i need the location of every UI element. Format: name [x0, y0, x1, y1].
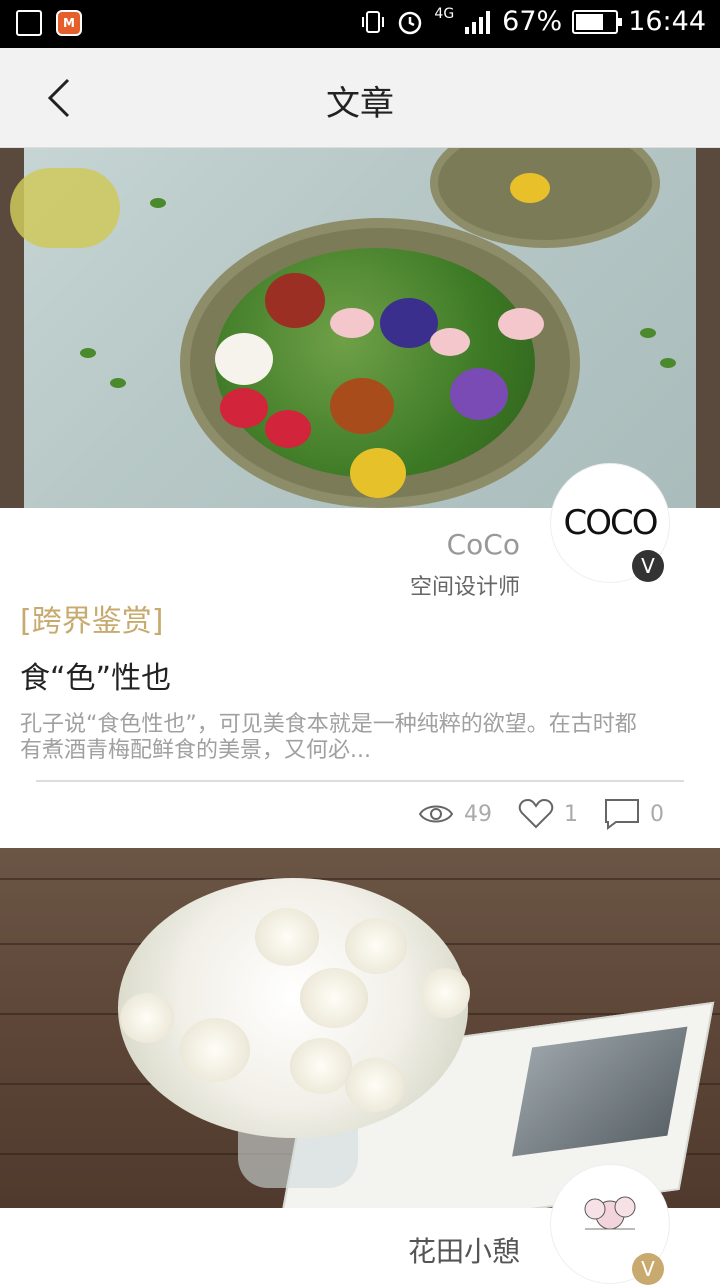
verified-badge: V	[632, 550, 664, 582]
article-card[interactable]: V 花田小憩	[0, 848, 720, 1285]
article-title[interactable]: 食“色”性也	[20, 653, 171, 697]
rose	[300, 968, 368, 1028]
battery-percent: 67%	[502, 6, 563, 37]
article-summary: 孔子说“食色性也”，可见美食本就是一种纯粹的欲望。在古时都有煮酒青梅配鲜食的美景…	[20, 712, 637, 763]
signal-icon	[465, 10, 491, 34]
author-name: 花田小憩	[407, 1235, 520, 1268]
vibrate-icon	[362, 10, 385, 33]
leaf	[110, 378, 126, 388]
likes-count: 1	[564, 801, 578, 827]
radish-slice	[430, 328, 470, 356]
battery-icon	[572, 9, 623, 34]
battery-level	[576, 13, 603, 30]
radish-slice	[330, 308, 374, 338]
comment-icon	[605, 799, 639, 830]
wood-edge	[696, 148, 720, 508]
dressing-jar	[10, 168, 120, 248]
leaf	[640, 328, 656, 338]
article-cover-image[interactable]	[0, 148, 720, 508]
rose	[345, 1058, 405, 1112]
author-role: 空间设计师	[409, 575, 520, 600]
status-bar: M 4G 67% 16:44	[0, 0, 720, 48]
author-info[interactable]: 花田小憩	[408, 1230, 520, 1270]
radish-slice	[498, 308, 544, 340]
avatar-logo-text: COCO	[563, 503, 658, 543]
radish	[220, 388, 268, 428]
rose	[420, 968, 470, 1018]
leaf	[80, 348, 96, 358]
heart-icon	[518, 798, 554, 829]
author-info[interactable]: CoCo 空间设计师	[410, 528, 520, 601]
rose	[345, 918, 407, 974]
article-stats: 49 1 0	[418, 798, 664, 830]
radish	[265, 410, 311, 448]
page-title: 文章	[326, 84, 394, 124]
comments-stat[interactable]: 0	[604, 798, 664, 830]
rose	[120, 993, 174, 1043]
leaf	[660, 358, 676, 368]
divider	[36, 780, 684, 782]
rose	[290, 1038, 352, 1094]
clock: 16:44	[628, 6, 706, 37]
flower	[510, 173, 550, 203]
comments-count: 0	[650, 801, 664, 827]
article-cover-image[interactable]	[0, 848, 720, 1208]
views-stat: 49	[418, 801, 492, 827]
flower	[215, 333, 273, 385]
author-name: CoCo	[446, 528, 520, 561]
views-count: 49	[464, 801, 492, 827]
rose	[180, 1018, 250, 1082]
rose	[255, 908, 319, 966]
leaf	[150, 198, 166, 208]
flower	[265, 273, 325, 328]
magazine-photo	[512, 1026, 688, 1157]
article-card[interactable]: COCO V CoCo 空间设计师 [跨界鉴赏] 食“色”性也 孔子说“食色性也…	[0, 148, 720, 848]
flower	[350, 448, 406, 498]
gallery-notification-icon	[16, 10, 42, 36]
app-header: 文章	[0, 48, 720, 148]
verified-badge: V	[632, 1253, 664, 1285]
alarm-icon	[399, 11, 422, 34]
eye-icon	[418, 805, 454, 823]
flower	[450, 368, 508, 420]
wood-plank	[0, 878, 720, 880]
signal-label: 4G	[434, 5, 455, 22]
flower	[330, 378, 394, 434]
likes-stat[interactable]: 1	[518, 798, 578, 830]
article-tag[interactable]: [跨界鉴赏]	[20, 596, 163, 640]
app-notification-icon: M	[56, 10, 82, 36]
